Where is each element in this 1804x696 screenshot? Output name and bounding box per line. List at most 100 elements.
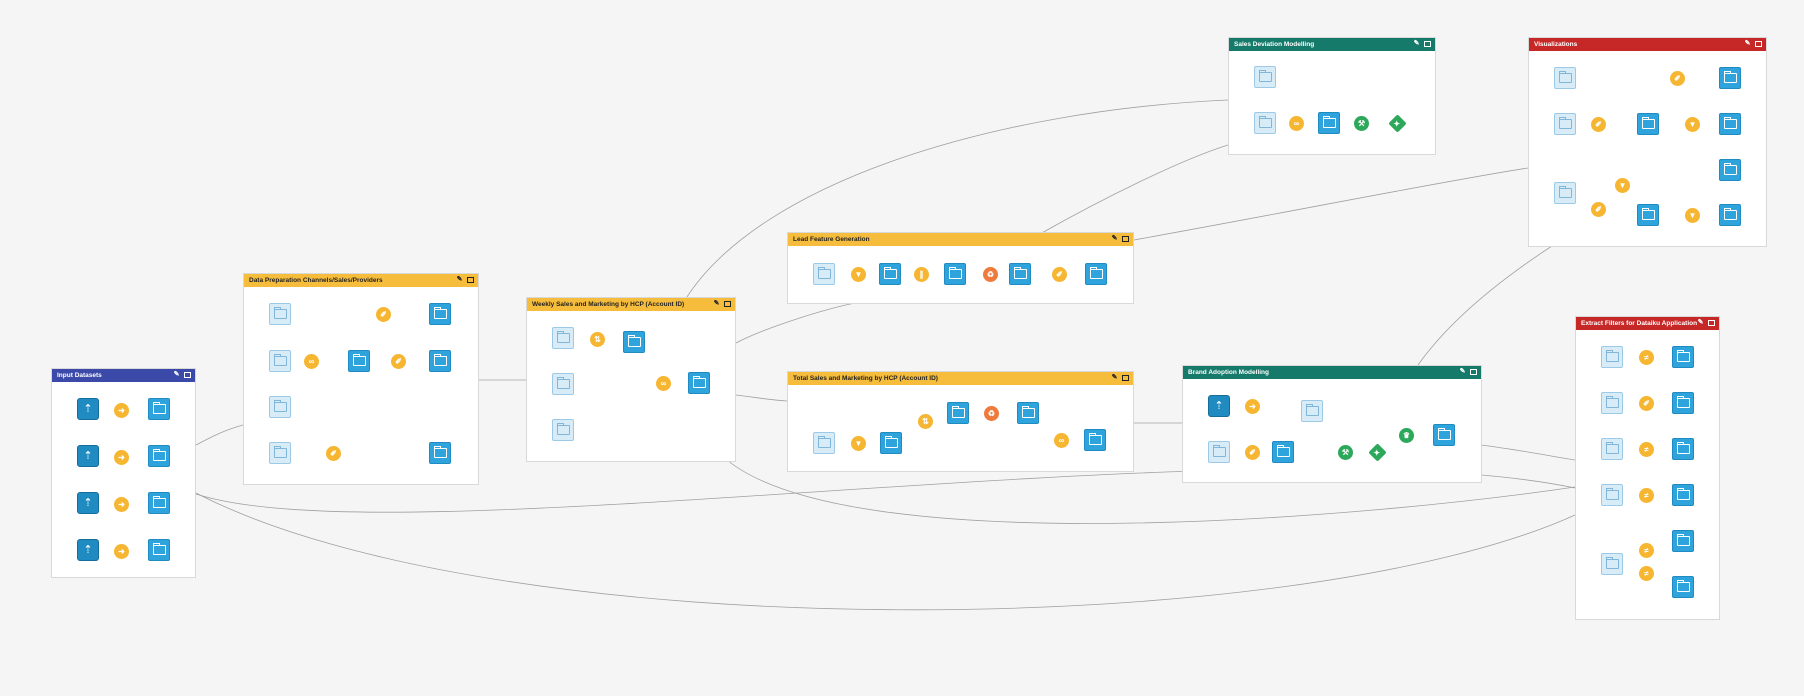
input-dataset[interactable]: ⇡ [77, 492, 99, 514]
dataset[interactable] [269, 303, 291, 325]
window-icon[interactable] [1708, 320, 1715, 326]
distinct-recipe[interactable]: ≠ [1639, 350, 1654, 365]
stack-recipe[interactable]: ⇅ [918, 414, 933, 429]
dataset[interactable] [1637, 113, 1659, 135]
dataset[interactable] [1318, 112, 1340, 134]
filter-recipe[interactable]: ▼ [1685, 117, 1700, 132]
pencil-icon[interactable]: ✎ [1744, 40, 1751, 47]
sync-recipe[interactable]: ➜ [1245, 399, 1260, 414]
window-icon[interactable] [724, 301, 731, 307]
pencil-icon[interactable]: ✎ [1459, 368, 1466, 375]
window-icon[interactable] [467, 277, 474, 283]
dataset[interactable] [1433, 424, 1455, 446]
sync-recipe[interactable]: ➜ [114, 544, 129, 559]
dataset[interactable] [879, 263, 901, 285]
filter-recipe[interactable]: ▼ [1615, 178, 1630, 193]
dataset[interactable] [1672, 484, 1694, 506]
distinct-recipe[interactable]: ≠ [1639, 543, 1654, 558]
prepare-recipe[interactable]: ✐ [1591, 117, 1606, 132]
prepare-recipe[interactable]: ✐ [391, 354, 406, 369]
dataset[interactable] [552, 419, 574, 441]
prepare-recipe[interactable]: ✐ [376, 307, 391, 322]
prepare-recipe[interactable]: ✐ [1670, 71, 1685, 86]
dataset[interactable] [1672, 346, 1694, 368]
dataset[interactable] [944, 263, 966, 285]
score-recipe[interactable]: ♛ [1399, 428, 1414, 443]
dataset[interactable] [429, 350, 451, 372]
python-recipe[interactable]: ♻ [983, 267, 998, 282]
distinct-recipe[interactable]: ≠ [1639, 566, 1654, 581]
dataset[interactable] [1084, 429, 1106, 451]
dataset[interactable] [1672, 438, 1694, 460]
train-recipe[interactable]: ⚒ [1338, 445, 1353, 460]
dataset[interactable] [1601, 392, 1623, 414]
dataset[interactable] [880, 432, 902, 454]
dataset[interactable] [1085, 263, 1107, 285]
input-dataset[interactable]: ⇡ [77, 398, 99, 420]
dataset[interactable] [1272, 441, 1294, 463]
join-recipe[interactable]: ∞ [656, 376, 671, 391]
join-recipe[interactable]: ∞ [304, 354, 319, 369]
zone-lead-feature-generation[interactable]: Lead Feature Generation ✎ ▼ ∥ ♻ ✐ [787, 232, 1134, 304]
dataset[interactable] [813, 432, 835, 454]
dataset[interactable] [1554, 113, 1576, 135]
dataset[interactable] [623, 331, 645, 353]
dataset[interactable] [269, 442, 291, 464]
dataset[interactable] [1719, 204, 1741, 226]
dataset[interactable] [429, 442, 451, 464]
dataset[interactable] [148, 492, 170, 514]
dataset[interactable] [348, 350, 370, 372]
dataset[interactable] [1672, 392, 1694, 414]
prepare-recipe[interactable]: ✐ [1052, 267, 1067, 282]
zone-brand-adoption-modelling[interactable]: Brand Adoption Modelling ✎ ⇡ ➜ ✐ ⚒ ✦ ♛ [1182, 365, 1482, 483]
train-recipe[interactable]: ⚒ [1354, 116, 1369, 131]
pencil-icon[interactable]: ✎ [456, 276, 463, 283]
prepare-recipe[interactable]: ✐ [1639, 396, 1654, 411]
dataset[interactable] [1601, 438, 1623, 460]
dataset[interactable] [1672, 530, 1694, 552]
zone-data-preparation[interactable]: Data Preparation Channels/Sales/Provider… [243, 273, 479, 485]
dataset[interactable] [1601, 553, 1623, 575]
dataset[interactable] [813, 263, 835, 285]
pencil-icon[interactable]: ✎ [173, 371, 180, 378]
model-icon[interactable]: ✦ [1368, 443, 1387, 462]
zone-extract-filters[interactable]: Extract Filters for Dataiku Application … [1575, 316, 1720, 620]
dataset[interactable] [1719, 67, 1741, 89]
zone-sales-deviation-modelling[interactable]: Sales Deviation Modelling ✎ ∞ ⚒ ✦ [1228, 37, 1436, 155]
sync-recipe[interactable]: ➜ [114, 403, 129, 418]
prepare-recipe[interactable]: ✐ [1591, 202, 1606, 217]
dataset[interactable] [1601, 484, 1623, 506]
window-icon[interactable] [184, 372, 191, 378]
dataset[interactable] [148, 398, 170, 420]
dataset[interactable] [1301, 400, 1323, 422]
model-icon[interactable]: ✦ [1388, 114, 1407, 133]
dataset[interactable] [1017, 402, 1039, 424]
pencil-icon[interactable]: ✎ [1413, 40, 1420, 47]
dataset[interactable] [148, 445, 170, 467]
window-icon[interactable] [1755, 41, 1762, 47]
zone-weekly-sales[interactable]: Weekly Sales and Marketing by HCP (Accou… [526, 297, 736, 462]
dataset[interactable] [1719, 159, 1741, 181]
join-recipe[interactable]: ∞ [1054, 433, 1069, 448]
input-dataset[interactable]: ⇡ [77, 539, 99, 561]
filter-recipe[interactable]: ▼ [851, 267, 866, 282]
stack-recipe[interactable]: ⇅ [590, 332, 605, 347]
dataset[interactable] [269, 396, 291, 418]
filter-recipe[interactable]: ▼ [851, 436, 866, 451]
dataset[interactable] [1554, 182, 1576, 204]
join-recipe[interactable]: ∞ [1289, 116, 1304, 131]
pencil-icon[interactable]: ✎ [1111, 235, 1118, 242]
distinct-recipe[interactable]: ≠ [1639, 488, 1654, 503]
dataset[interactable] [1009, 263, 1031, 285]
dataset[interactable] [1208, 441, 1230, 463]
dataset[interactable] [688, 372, 710, 394]
sync-recipe[interactable]: ➜ [114, 497, 129, 512]
dataset[interactable] [1637, 204, 1659, 226]
dataset[interactable] [148, 539, 170, 561]
dataset[interactable] [1254, 112, 1276, 134]
pencil-icon[interactable]: ✎ [1697, 319, 1704, 326]
prepare-recipe[interactable]: ✐ [1245, 445, 1260, 460]
window-recipe[interactable]: ∥ [914, 267, 929, 282]
input-dataset[interactable]: ⇡ [77, 445, 99, 467]
dataset[interactable] [1554, 67, 1576, 89]
